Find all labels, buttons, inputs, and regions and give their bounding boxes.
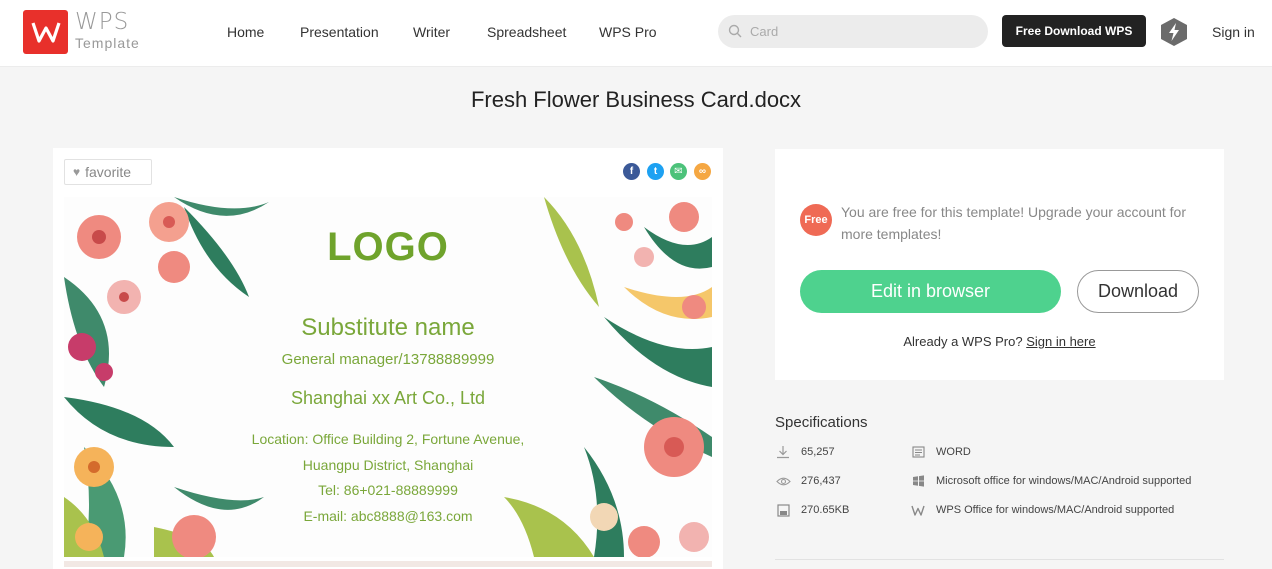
wps-w-icon	[30, 22, 61, 43]
search-box	[718, 15, 988, 48]
card-location-line2: Huangpu District, Shanghai	[302, 457, 474, 473]
heart-icon: ♥	[73, 165, 81, 179]
card-email: E-mail: abc8888@163.com	[303, 508, 473, 524]
compat-wps-value: WPS Office for windows/MAC/Android suppo…	[936, 504, 1175, 516]
free-message: You are free for this template! Upgrade …	[841, 204, 1187, 242]
card-company: Shanghai xx Art Co., Ltd	[290, 388, 486, 408]
favorite-button[interactable]: ♥ favorite	[64, 159, 152, 185]
nav-spreadsheet[interactable]: Spreadsheet	[487, 24, 566, 40]
free-download-button[interactable]: Free Download WPS	[1002, 15, 1146, 47]
downloads-value: 65,257	[801, 446, 835, 458]
already-pro-label: Already a WPS Pro?	[903, 334, 1023, 349]
file-size-icon	[775, 503, 791, 517]
spec-size: 270.65KB	[775, 503, 849, 517]
logo-wps-text: WPS	[75, 9, 130, 35]
nav-writer[interactable]: Writer	[413, 24, 450, 40]
next-page-preview-edge	[64, 561, 712, 567]
link-share-icon[interactable]: ∞	[694, 163, 711, 180]
nav-presentation[interactable]: Presentation	[300, 24, 379, 40]
compat-ms-value: Microsoft office for windows/MAC/Android…	[936, 475, 1192, 487]
page-title: Fresh Flower Business Card.docx	[470, 87, 802, 112]
wps-w-small-icon	[910, 503, 926, 517]
sign-in-here-link[interactable]: Sign in here	[1026, 334, 1095, 349]
download-count-icon	[775, 445, 791, 459]
spec-compat-wps: WPS Office for windows/MAC/Android suppo…	[910, 503, 1174, 517]
spec-views: 276,437	[775, 474, 841, 488]
site-header: WPS Template Home Presentation Writer Sp…	[0, 0, 1272, 67]
nav-home[interactable]: Home	[227, 24, 264, 40]
already-pro-text: Already a WPS Pro? Sign in here	[775, 334, 1224, 349]
document-format-icon	[910, 445, 926, 459]
logo-wordmark[interactable]: WPS Template	[75, 9, 140, 51]
search-icon[interactable]	[728, 24, 742, 38]
section-divider	[775, 559, 1224, 560]
wps-pro-lightning-icon[interactable]	[1160, 17, 1188, 47]
logo-template-text: Template	[75, 35, 140, 51]
download-panel: Free You are free for this template! Upg…	[775, 149, 1224, 380]
views-value: 276,437	[801, 475, 841, 487]
spec-downloads: 65,257	[775, 445, 835, 459]
download-button[interactable]: Download	[1077, 270, 1199, 313]
template-preview-panel: ♥ favorite f t ✉ ∞ LOGO Substitute name …	[53, 148, 723, 569]
search-input[interactable]	[750, 15, 970, 48]
windows-icon	[910, 474, 926, 488]
wps-logo-icon[interactable]	[23, 10, 68, 54]
sign-in-link[interactable]: Sign in	[1212, 24, 1255, 40]
business-card-preview[interactable]: LOGO Substitute name General manager/137…	[64, 197, 712, 557]
card-tel: Tel: 86+021-88889999	[318, 482, 458, 498]
eye-icon	[775, 474, 791, 488]
facebook-share-icon[interactable]: f	[623, 163, 640, 180]
email-share-icon[interactable]: ✉	[670, 163, 687, 180]
card-name: Substitute name	[301, 314, 475, 341]
card-logo-text: LOGO	[327, 225, 449, 269]
nav-wps-pro[interactable]: WPS Pro	[599, 24, 657, 40]
spec-format: WORD	[910, 445, 971, 459]
twitter-share-icon[interactable]: t	[647, 163, 664, 180]
size-value: 270.65KB	[801, 504, 850, 516]
card-location-line1: Location: Office Building 2, Fortune Ave…	[251, 431, 525, 447]
card-role: General manager/13788889999	[281, 351, 495, 368]
favorite-label: favorite	[85, 164, 132, 180]
free-badge: Free	[800, 204, 832, 236]
format-value: WORD	[936, 446, 971, 458]
spec-compat-ms: Microsoft office for windows/MAC/Android…	[910, 474, 1191, 488]
edit-in-browser-button[interactable]: Edit in browser	[800, 270, 1061, 313]
specifications-title: Specifications	[775, 414, 868, 431]
